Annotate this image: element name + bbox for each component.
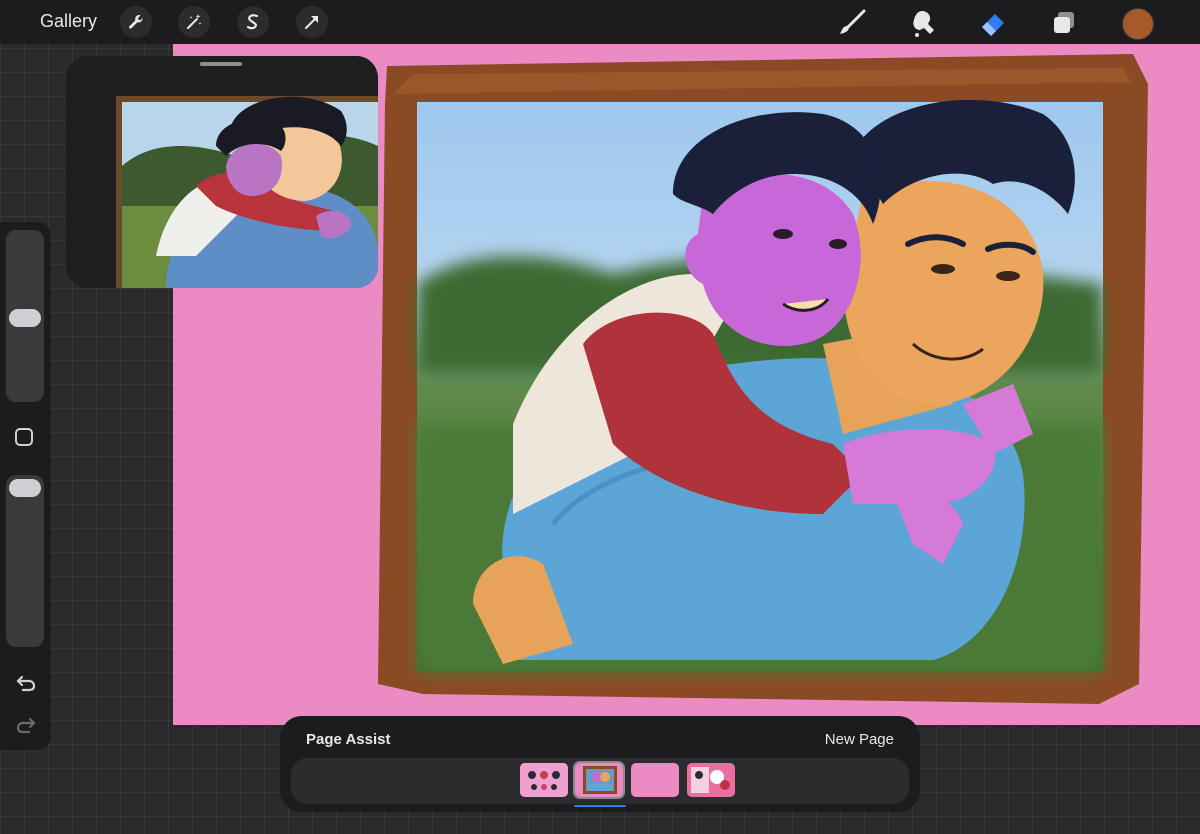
layers-icon[interactable] [1047,6,1081,40]
page-assist-title: Page Assist [306,731,391,748]
page-assist-panel: Page Assist New Page [280,716,920,812]
modify-button[interactable] [15,428,33,446]
page-thumbnail-2[interactable] [573,761,625,799]
brush-size-thumb[interactable] [9,309,41,327]
magic-wand-icon[interactable] [178,6,210,38]
selected-page-indicator [574,805,626,807]
redo-icon[interactable] [13,712,39,738]
page-thumbnail-1[interactable] [520,763,568,797]
color-picker-swatch[interactable] [1122,8,1154,40]
brush-size-slider[interactable] [6,230,44,402]
reference-image [66,56,378,288]
gallery-button[interactable]: Gallery [40,11,97,32]
new-page-button[interactable]: New Page [825,731,894,748]
page-thumbnail-4[interactable] [687,763,735,797]
top-toolbar: Gallery [0,0,1200,44]
eraser-icon[interactable] [976,6,1010,40]
opacity-slider[interactable] [6,475,44,647]
selection-icon[interactable] [237,6,269,38]
brush-icon[interactable] [835,6,869,40]
reference-drag-handle[interactable] [200,62,242,66]
undo-icon[interactable] [13,670,39,696]
page-thumbnail-3[interactable] [631,763,679,797]
opacity-thumb[interactable] [9,479,41,497]
transform-arrow-icon[interactable] [296,6,328,38]
left-sidebar [0,222,51,750]
wrench-icon[interactable] [120,6,152,38]
reference-window[interactable] [66,56,378,288]
smudge-icon[interactable] [906,6,940,40]
page-thumbnail-strip [291,758,909,804]
